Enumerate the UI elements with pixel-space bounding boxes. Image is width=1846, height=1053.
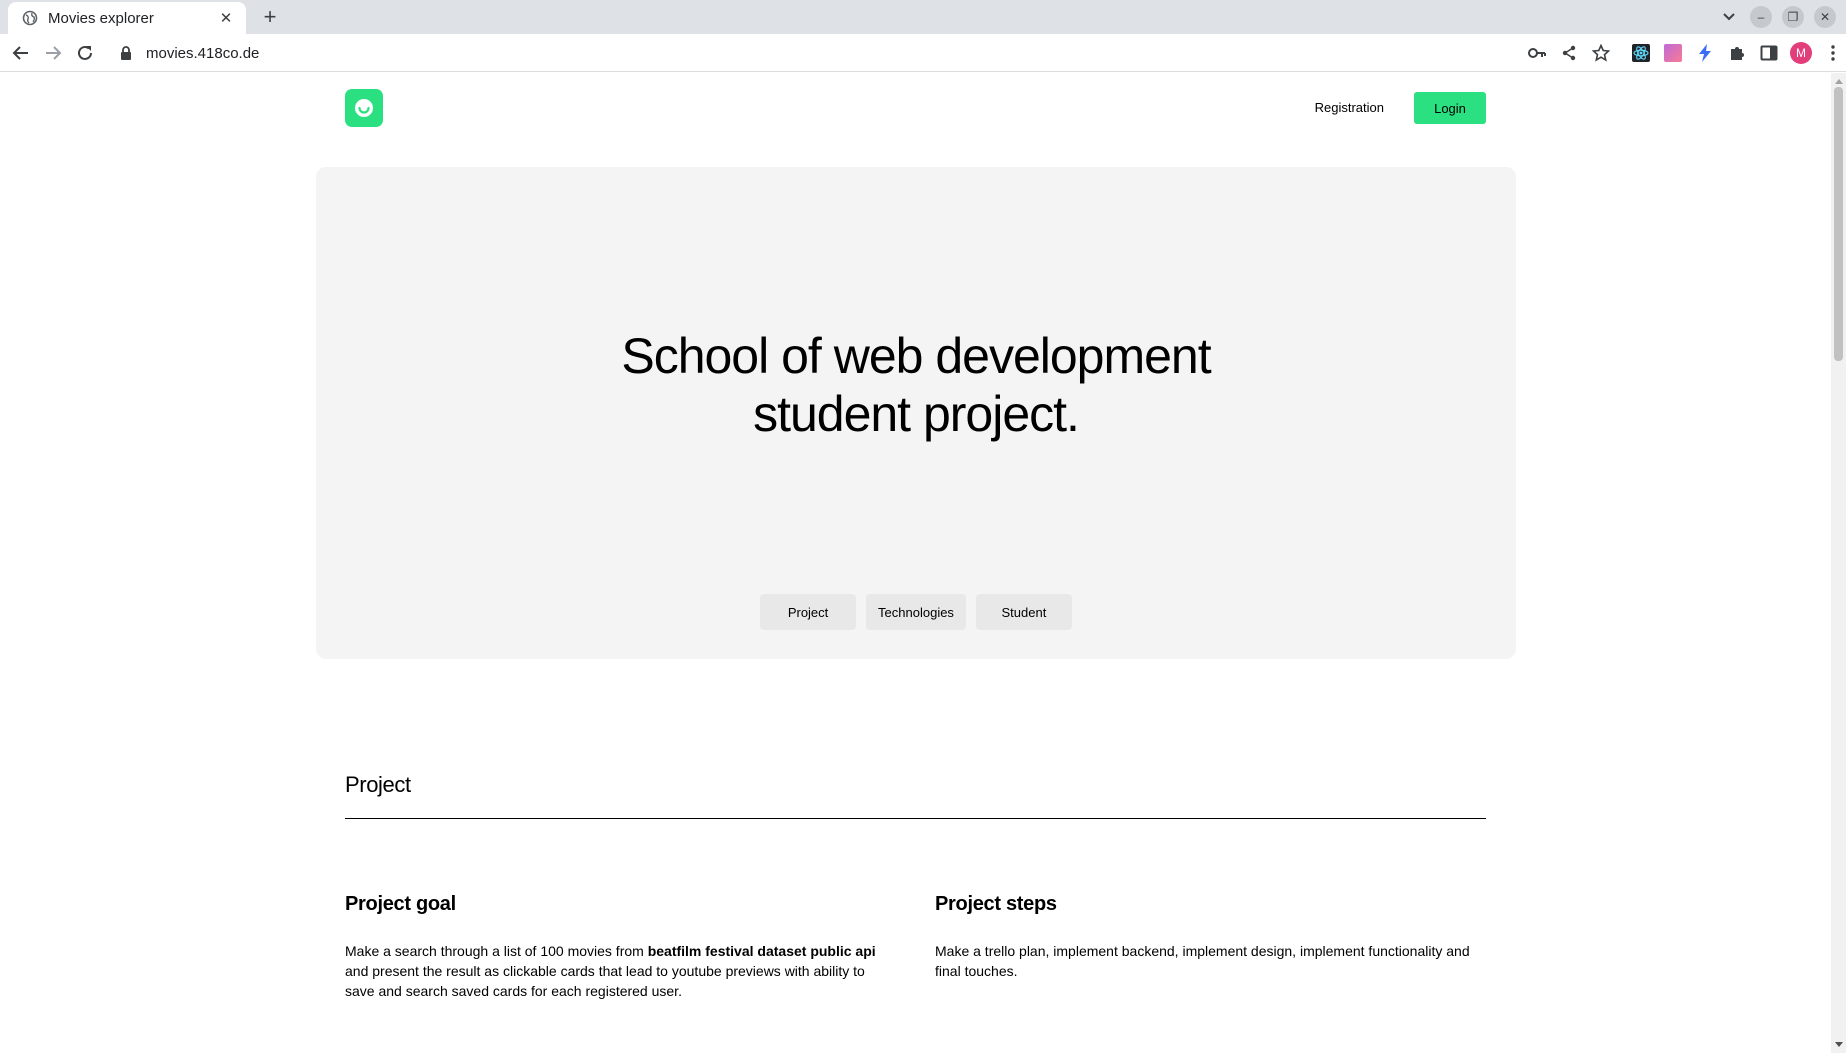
page-viewport: Registration Login School of web develop… xyxy=(0,73,1831,1053)
lightning-icon[interactable] xyxy=(1694,42,1716,64)
browser-toolbar: movies.418co.de M xyxy=(0,34,1846,72)
address-bar[interactable]: movies.418co.de xyxy=(108,38,1528,68)
scroll-down-arrow-icon[interactable] xyxy=(1835,1042,1843,1047)
goal-text-start: Make a search through a list of 100 movi… xyxy=(345,943,648,959)
login-button[interactable]: Login xyxy=(1414,92,1486,124)
goal-text-api: beatfilm festival dataset public api xyxy=(647,943,876,959)
restore-button[interactable]: ❐ xyxy=(1782,6,1804,28)
smile-logo-icon[interactable] xyxy=(345,89,383,127)
color-picker-icon[interactable] xyxy=(1662,42,1684,64)
scroll-up-arrow-icon[interactable] xyxy=(1835,79,1843,84)
scroll-thumb[interactable] xyxy=(1834,87,1843,361)
browser-tabstrip: Movies explorer ✕ + – ❐ ✕ xyxy=(0,0,1846,34)
hero-link-student[interactable]: Student xyxy=(975,594,1072,630)
react-devtools-icon[interactable] xyxy=(1630,42,1652,64)
hero-link-technologies[interactable]: Technologies xyxy=(866,594,966,630)
project-section-title: Project xyxy=(345,772,411,797)
lock-icon xyxy=(118,45,134,61)
site-header: Registration Login xyxy=(345,89,1486,127)
project-steps-text: Make a trello plan, implement backend, i… xyxy=(935,943,1470,979)
tab-title: Movies explorer xyxy=(48,9,154,27)
chevron-down-icon[interactable] xyxy=(1718,6,1740,28)
project-steps-title: Project steps xyxy=(935,893,1057,915)
more-vert-icon[interactable] xyxy=(1822,42,1844,64)
hero-title-line1: School of web development xyxy=(621,328,1211,384)
page-scrollbar[interactable] xyxy=(1831,73,1846,1053)
goal-text-end: and present the result as clickable card… xyxy=(345,963,865,999)
registration-link[interactable]: Registration xyxy=(1315,100,1384,115)
star-icon[interactable] xyxy=(1590,42,1612,64)
new-tab-button[interactable]: + xyxy=(258,4,282,29)
hero-title: School of web development student projec… xyxy=(316,327,1516,443)
close-window-button[interactable]: ✕ xyxy=(1814,6,1836,28)
url-text: movies.418co.de xyxy=(146,44,260,62)
hero-link-project[interactable]: Project xyxy=(760,594,857,630)
project-goal-title: Project goal xyxy=(345,893,456,915)
globe-icon xyxy=(22,10,38,26)
key-icon[interactable] xyxy=(1526,42,1548,64)
puzzle-icon[interactable] xyxy=(1726,42,1748,64)
project-steps-block: Project steps Make a trello plan, implem… xyxy=(935,893,1475,981)
project-goal-block: Project goal Make a search through a lis… xyxy=(345,893,885,1001)
project-goal-text: Make a search through a list of 100 movi… xyxy=(345,941,885,1001)
back-arrow-icon[interactable] xyxy=(10,42,32,64)
side-panel-icon[interactable] xyxy=(1758,42,1780,64)
profile-avatar[interactable]: M xyxy=(1790,42,1812,64)
section-divider xyxy=(345,818,1486,819)
reload-icon[interactable] xyxy=(74,42,96,64)
forward-arrow-icon[interactable] xyxy=(42,42,64,64)
close-icon[interactable]: ✕ xyxy=(216,8,236,28)
hero-banner: School of web development student projec… xyxy=(316,167,1516,659)
hero-nav: Project Technologies Student xyxy=(316,594,1516,630)
minimize-button[interactable]: – xyxy=(1750,6,1772,28)
share-icon[interactable] xyxy=(1558,42,1580,64)
browser-tab[interactable]: Movies explorer ✕ xyxy=(8,2,246,34)
hero-title-line2: student project. xyxy=(753,386,1080,442)
